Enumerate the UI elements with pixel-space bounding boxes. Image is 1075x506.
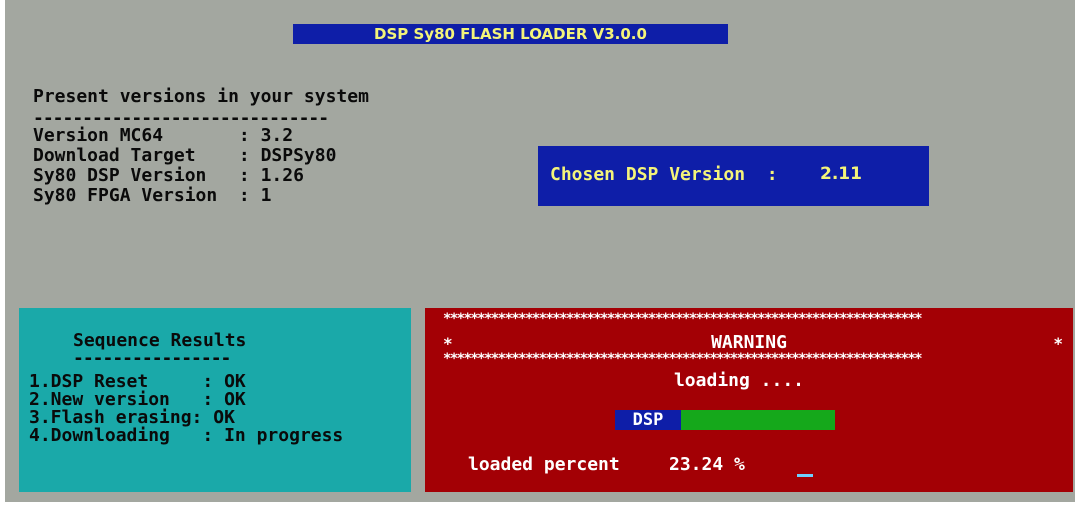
warning-title: WARNING [711, 332, 787, 353]
stars-top-border: ****************************************… [443, 312, 923, 326]
right-edge-star: * [1053, 334, 1063, 353]
progress-bar-fill [681, 410, 835, 430]
text-cursor [797, 474, 813, 477]
dsp-version-line: Sy80 DSP Version : 1.26 [33, 165, 304, 186]
chosen-dsp-version-label: Chosen DSP Version : [550, 164, 778, 185]
progress-bar: DSP [615, 410, 835, 430]
progress-bar-track [681, 410, 835, 430]
app-title-bar: DSP Sy80 FLASH LOADER V3.0.0 [293, 24, 728, 44]
loading-status: loading .... [673, 370, 805, 391]
version-mc64-line: Version MC64 : 3.2 [33, 125, 294, 146]
download-target-line: Download Target : DSPSy80 [33, 145, 337, 166]
loaded-percent-label: loaded percent [468, 454, 620, 475]
progress-tag: DSP [615, 410, 681, 430]
warning-panel: ****************************************… [425, 308, 1073, 492]
sequence-results-panel: Sequence Results ---------------- 1.DSP … [19, 308, 411, 492]
chosen-dsp-version-value: 2.11 [820, 164, 862, 184]
sequence-results-divider: ---------------- [73, 348, 231, 369]
dos-screen: DSP Sy80 FLASH LOADER V3.0.0 Present ver… [5, 0, 1075, 502]
present-versions-heading: Present versions in your system [33, 86, 369, 107]
stars-bottom-border: ****************************************… [443, 352, 923, 366]
chosen-dsp-version-box: Chosen DSP Version : 2.11 [538, 146, 929, 206]
step-downloading: 4.Downloading : In progress [29, 425, 344, 446]
loaded-percent-value: 23.24 % [669, 454, 745, 475]
fpga-version-line: Sy80 FPGA Version : 1 [33, 185, 272, 206]
